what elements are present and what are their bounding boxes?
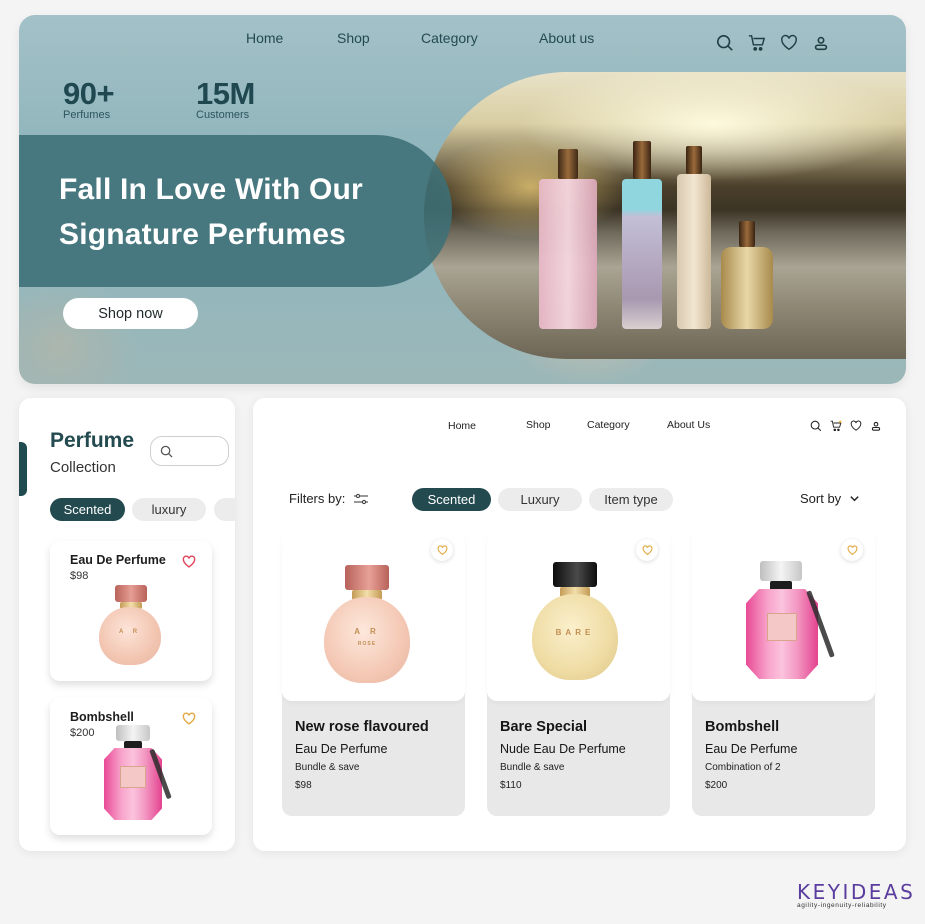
user-icon[interactable] [811, 33, 831, 53]
nav-category[interactable]: Category [587, 419, 630, 431]
product-info: Bare Special Nude Eau De Perfume Bundle … [487, 686, 670, 816]
side-tab-indicator[interactable] [19, 442, 27, 496]
sort-dropdown[interactable]: Sort by [800, 491, 860, 506]
shop-nav-icons [809, 419, 882, 432]
hero-nav: Home Shop Category About us [19, 15, 906, 67]
hero-perfume-photo [424, 72, 906, 359]
hero-banner: Home Shop Category About us 90+ Perfumes… [19, 15, 906, 384]
collection-subtitle: Collection [50, 459, 116, 476]
product-title: Bombshell [705, 719, 780, 735]
filter-chip-luxury[interactable]: Luxury [498, 488, 582, 511]
nav-shop[interactable]: Shop [526, 419, 551, 431]
background-blur [19, 275, 139, 384]
nav-home[interactable]: Home [448, 420, 476, 432]
product-note: Bundle & save [500, 762, 565, 773]
search-icon[interactable] [809, 419, 822, 432]
hero-title-emphasis: Perfumes [207, 218, 347, 251]
stat-value: 15M [196, 76, 255, 111]
heart-icon[interactable] [849, 419, 862, 432]
item-name: Eau De Perfume [70, 553, 166, 567]
favorite-button[interactable] [841, 539, 863, 561]
hero-title-line2: Signature [59, 218, 208, 251]
sort-label: Sort by [800, 491, 842, 506]
heart-icon[interactable] [182, 712, 196, 726]
perfume-bottle-pink [539, 149, 597, 329]
item-price: $98 [70, 570, 89, 582]
search-icon [160, 445, 173, 458]
product-image: A R ROSE [282, 531, 465, 701]
stat-customers: 15M Customers [196, 76, 255, 122]
shop-now-button[interactable]: Shop now [63, 298, 198, 329]
chevron-down-icon [850, 496, 859, 502]
hero-title: Fall In Love With Our Signature Perfumes [59, 167, 363, 257]
bottle-label: A R [354, 627, 380, 636]
chip-luxury[interactable]: luxury [132, 498, 206, 521]
item-name: Bombshell [70, 710, 134, 724]
collection-search-input[interactable] [150, 436, 229, 466]
product-info: New rose flavoured Eau De Perfume Bundle… [282, 686, 465, 816]
stat-label: Customers [196, 109, 250, 121]
nav-shop[interactable]: Shop [337, 30, 370, 46]
product-subtitle: Eau De Perfume [705, 742, 798, 756]
product-note: Bundle & save [295, 762, 360, 773]
product-note: Combination of 2 [705, 762, 781, 773]
perfume-bottle-blue [622, 141, 662, 329]
bottle-label: BARE [555, 628, 595, 637]
chip-scented[interactable]: Scented [50, 498, 125, 521]
heart-icon [437, 544, 447, 555]
hero-nav-icons [715, 33, 831, 53]
heart-icon [847, 544, 857, 555]
cart-icon[interactable] [829, 419, 842, 432]
filters-label: Filters by: [289, 491, 346, 506]
product-card[interactable]: A R ROSE New rose flavoured Eau De Perfu… [282, 531, 465, 816]
stat-value: 90+ [63, 76, 115, 111]
cart-icon[interactable] [747, 33, 767, 53]
filter-sliders-icon[interactable] [353, 492, 369, 506]
favorite-button[interactable] [431, 539, 453, 561]
collection-title: Perfume [50, 429, 135, 452]
product-image [692, 531, 875, 701]
product-title: New rose flavoured [295, 719, 429, 735]
heart-icon[interactable] [779, 33, 799, 53]
bottle-sublabel: ROSE [357, 641, 377, 647]
filter-chip-scented[interactable]: Scented [412, 488, 491, 511]
collection-item[interactable]: Bombshell $200 [50, 698, 212, 835]
nav-about[interactable]: About Us [667, 419, 710, 431]
product-title: Bare Special [500, 719, 588, 735]
collection-panel: Perfume Collection Scented luxury Eau De… [19, 398, 235, 851]
search-icon[interactable] [715, 33, 735, 53]
product-price: $110 [500, 780, 522, 791]
shop-panel: Home Shop Category About Us Filters by: … [253, 398, 906, 851]
brand-name: KEYIDEAS [797, 880, 916, 904]
product-subtitle: Nude Eau De Perfume [500, 742, 626, 756]
heart-icon [642, 544, 652, 555]
chip-more[interactable] [214, 498, 235, 521]
perfume-bottle-gold [721, 221, 773, 329]
product-price: $98 [295, 780, 312, 791]
favorite-button[interactable] [636, 539, 658, 561]
item-price: $200 [70, 727, 95, 739]
collection-item[interactable]: Eau De Perfume $98 A R [50, 541, 212, 681]
nav-category[interactable]: Category [421, 30, 478, 46]
user-icon[interactable] [869, 419, 882, 432]
stat-label: Perfumes [63, 109, 111, 121]
product-card[interactable]: Bombshell Eau De Perfume Combination of … [692, 531, 875, 816]
product-image: BARE [487, 531, 670, 701]
nav-about[interactable]: About us [539, 30, 594, 46]
nav-home[interactable]: Home [246, 30, 283, 46]
bottle-label: A R [118, 629, 142, 635]
product-subtitle: Eau De Perfume [295, 742, 388, 756]
heart-icon[interactable] [182, 555, 196, 569]
perfume-bottle-clear [677, 146, 711, 329]
stat-perfumes: 90+ Perfumes [63, 76, 115, 122]
brand-logo: KEYIDEAS agility-ingenuity-reliability [797, 880, 915, 909]
product-card[interactable]: BARE Bare Special Nude Eau De Perfume Bu… [487, 531, 670, 816]
hero-title-line1: Fall In Love With Our [59, 173, 363, 206]
filter-chip-item-type[interactable]: Item type [589, 488, 673, 511]
product-price: $200 [705, 780, 728, 791]
product-info: Bombshell Eau De Perfume Combination of … [692, 686, 875, 816]
